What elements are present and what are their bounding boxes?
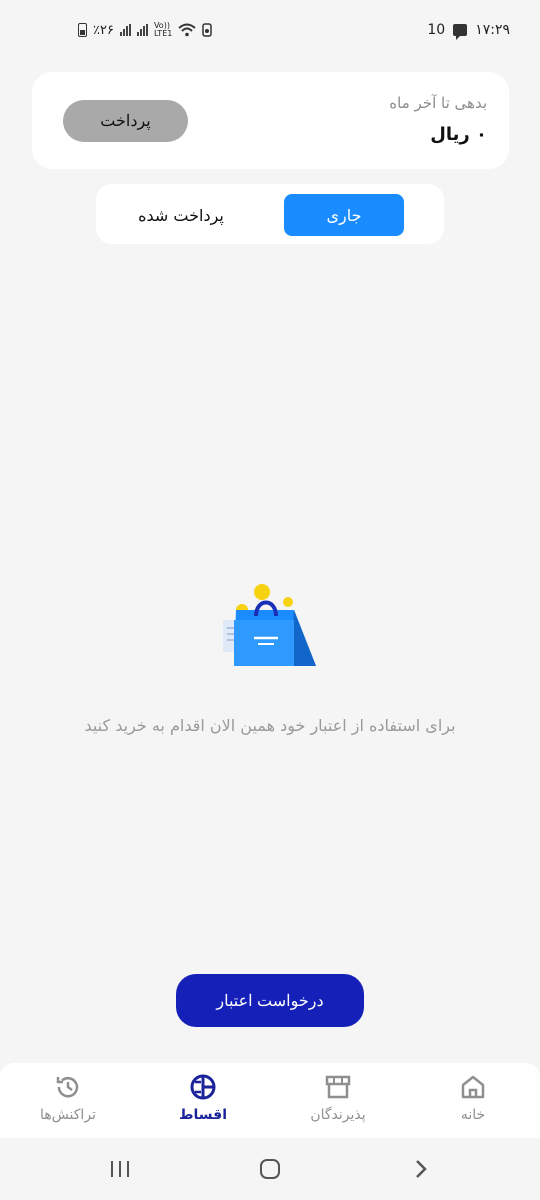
nav-label-merchants: پذیرندگان [310,1107,366,1123]
signal-icon-2 [136,24,148,36]
clock: ۱۷:۲۹ [475,22,510,38]
installments-icon [190,1074,216,1100]
store-icon [325,1075,351,1099]
home-system-button[interactable] [255,1156,285,1182]
recents-icon [111,1161,129,1177]
history-icon [56,1076,79,1098]
recycle-icon [202,23,213,37]
home-square-icon [260,1159,280,1179]
nav-label-transactions: تراکنش‌ها [40,1107,96,1123]
credit-request-button[interactable]: درخواست اعتبار [176,974,364,1027]
debt-label: بدهی تا آخر ماه [389,94,487,112]
chevron-right-icon [416,1160,427,1178]
home-icon [461,1075,485,1099]
status-bar-right: 10 ۱۷:۲۹ [427,22,510,40]
wifi-icon [178,23,197,37]
tab-paid[interactable]: پرداخت شده [116,194,246,236]
bottom-nav: تراکنش‌ها اقساط پذیرندگان [0,1063,540,1138]
pay-button[interactable]: پرداخت [63,100,188,142]
status-bar: ٪۲۶ Vo)) LTE1 10 ۱۷:۲۹ [0,0,540,62]
signal-icon [119,24,131,36]
nav-item-transactions[interactable]: تراکنش‌ها [8,1073,128,1133]
shopping-bag-coins-icon [223,584,316,666]
system-nav-bar [0,1138,540,1200]
volte-label: Vo)) LTE1 [153,21,173,38]
message-icon [453,24,468,40]
installment-tabs: پرداخت شده جاری [96,184,444,244]
status-bar-left: ٪۲۶ Vo)) LTE1 [78,21,213,38]
recents-button[interactable] [105,1156,135,1182]
empty-state-message: برای استفاده از اعتبار خود همین الان اقد… [84,716,456,735]
nav-label-home: خانه [460,1107,486,1123]
nav-item-installments[interactable]: اقساط [143,1073,263,1133]
debt-amount: ۰ ریال [430,124,487,145]
battery-percent: ٪۲۶ [93,22,114,38]
nav-item-home[interactable]: خانه [413,1073,533,1133]
battery-icon [78,23,87,37]
tab-current[interactable]: جاری [284,194,404,236]
nav-label-installments: اقساط [178,1107,227,1123]
app-screen: ٪۲۶ Vo)) LTE1 10 ۱۷:۲۹ بدهی تا آخر ماه ۰… [0,0,540,1200]
debt-card: بدهی تا آخر ماه ۰ ریال پرداخت [32,72,509,169]
back-button[interactable] [406,1156,436,1182]
nav-item-merchants[interactable]: پذیرندگان [278,1073,398,1133]
notification-count: 10 [427,22,446,38]
